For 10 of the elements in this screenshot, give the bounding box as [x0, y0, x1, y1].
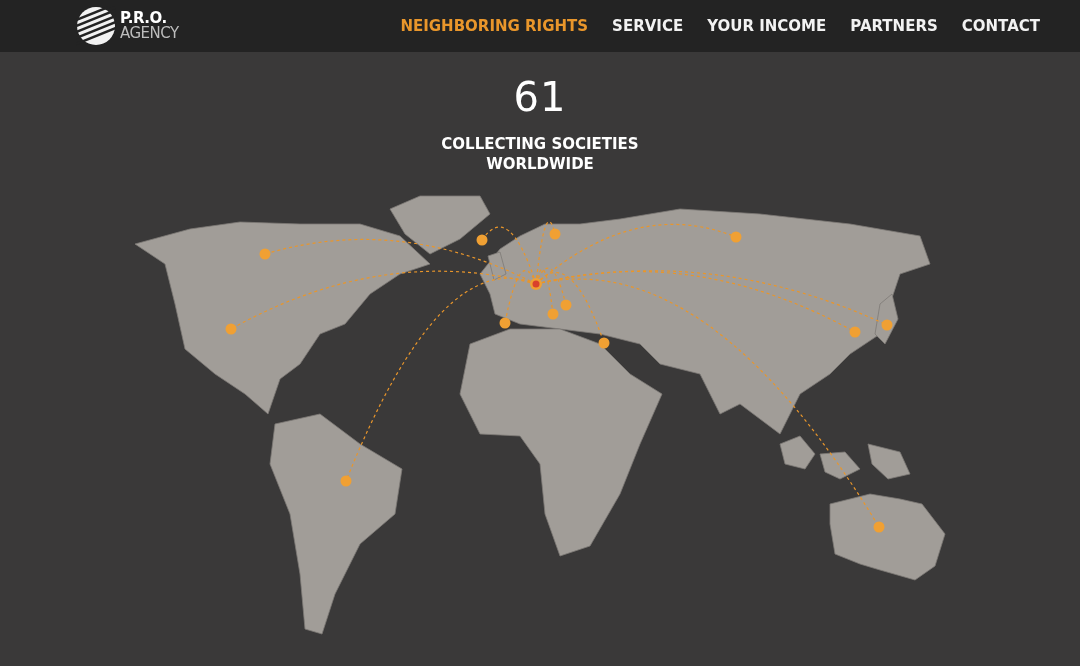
logo-title: P.R.O. [120, 11, 167, 26]
stat-number: 61 [513, 74, 567, 120]
nav-link[interactable]: YOUR INCOME [707, 17, 827, 35]
nav-link[interactable]: NEIGHBORING RIGHTS [400, 17, 589, 35]
stat-label: COLLECTING SOCIETIES WORLDWIDE [440, 134, 640, 174]
nav-link[interactable]: CONTACT [961, 17, 1040, 35]
nav-link[interactable]: PARTNERS [850, 17, 938, 35]
logo-icon [76, 6, 116, 46]
logo-subtitle: AGENCY [120, 26, 179, 41]
nav-link[interactable]: SERVICE [612, 17, 684, 35]
